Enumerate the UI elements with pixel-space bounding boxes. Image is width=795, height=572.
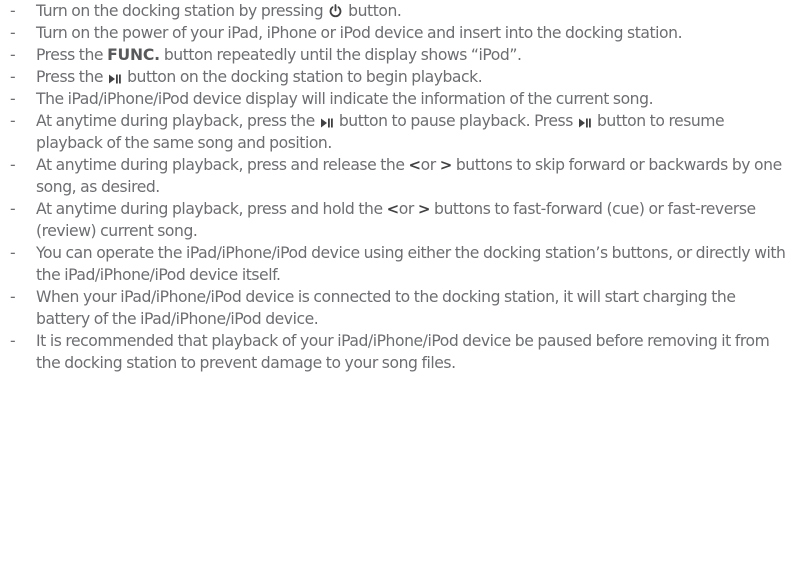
item-text: The iPad/iPhone/iPod device display will… — [36, 90, 654, 108]
bullet-dash: - — [10, 244, 16, 262]
bullet-dash: - — [10, 46, 16, 64]
item-text: Turn on the power of your iPad, iPhone o… — [36, 24, 683, 42]
item-text: Press the — [36, 46, 104, 64]
chevron-right-icon: > — [439, 156, 453, 174]
item-text: button on the docking station to begin p… — [127, 68, 483, 86]
item-text: or — [398, 200, 415, 218]
bullet-dash: - — [10, 68, 16, 86]
item-text: You can operate the iPad/iPhone/iPod dev… — [36, 244, 786, 284]
bullet-dash: - — [10, 200, 16, 218]
chevron-right-icon: > — [417, 200, 431, 218]
list-item: - Press the button on the docking statio… — [10, 66, 790, 88]
item-text: button to pause playback. Press — [338, 112, 574, 130]
list-item: - Turn on the docking station by pressin… — [10, 0, 790, 22]
list-item: - At anytime during playback, press and … — [10, 154, 790, 198]
bullet-dash: - — [10, 288, 16, 306]
bullet-dash: - — [10, 90, 16, 108]
item-text: Turn on the docking station by pressing — [36, 2, 324, 20]
item-text: It is recommended that playback of your … — [36, 332, 770, 372]
list-item: - It is recommended that playback of you… — [10, 330, 790, 374]
bullet-dash: - — [10, 156, 16, 174]
list-item: - Press the FUNC. button repeatedly unti… — [10, 44, 790, 66]
item-text: Press the — [36, 68, 104, 86]
item-text: or — [420, 156, 437, 174]
list-item: - At anytime during playback, press and … — [10, 198, 790, 242]
list-item: - Turn on the power of your iPad, iPhone… — [10, 22, 790, 44]
list-item: - The iPad/iPhone/iPod device display wi… — [10, 88, 790, 110]
list-item: - At anytime during playback, press the … — [10, 110, 790, 154]
list-item: - When your iPad/iPhone/iPod device is c… — [10, 286, 790, 330]
chevron-left-icon: < — [408, 156, 422, 174]
bullet-dash: - — [10, 2, 16, 20]
instruction-list: - Turn on the docking station by pressin… — [10, 0, 790, 374]
func-button-label: FUNC. — [107, 46, 160, 64]
item-text: button repeatedly until the display show… — [163, 46, 522, 64]
play-pause-icon — [320, 118, 333, 128]
power-icon — [329, 4, 342, 18]
list-item: - You can operate the iPad/iPhone/iPod d… — [10, 242, 790, 286]
item-text: At anytime during playback, press the — [36, 112, 315, 130]
item-text: When your iPad/iPhone/iPod device is con… — [36, 288, 736, 328]
bullet-dash: - — [10, 24, 16, 42]
chevron-left-icon: < — [386, 200, 400, 218]
play-pause-icon — [578, 118, 591, 128]
item-text: At anytime during playback, press and re… — [36, 156, 405, 174]
bullet-dash: - — [10, 112, 16, 130]
item-text: button. — [348, 2, 402, 20]
item-text: At anytime during playback, press and ho… — [36, 200, 383, 218]
bullet-dash: - — [10, 332, 16, 350]
play-pause-icon — [109, 74, 121, 84]
